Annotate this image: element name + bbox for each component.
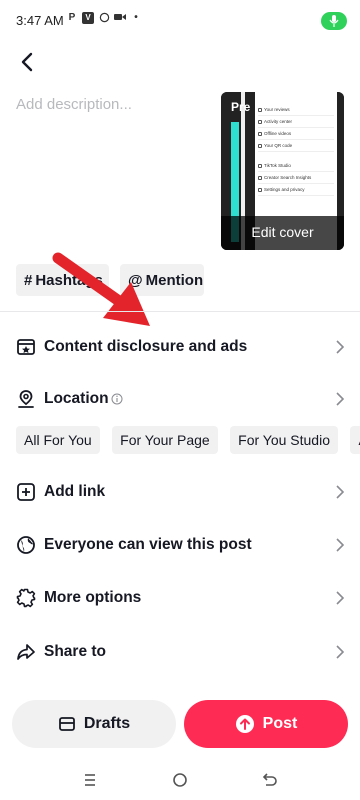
system-nav-bar — [0, 760, 360, 800]
info-icon[interactable] — [111, 393, 123, 405]
chevron-right-icon — [336, 645, 345, 659]
content-disclosure-label: Content disclosure and ads — [44, 338, 248, 355]
red-arrow-annotation — [52, 252, 150, 326]
chevron-right-icon — [336, 485, 345, 499]
drafts-icon — [58, 717, 75, 731]
privacy-label: Everyone can view this post — [44, 536, 252, 553]
share-to-label: Share to — [44, 643, 107, 660]
globe-icon — [17, 536, 35, 554]
location-chip[interactable]: For Your Page — [112, 426, 218, 454]
share-arrow-icon — [17, 644, 35, 660]
location-pin-icon — [18, 390, 34, 408]
chevron-right-icon — [336, 340, 345, 354]
share-to-row[interactable]: Share to — [0, 630, 360, 674]
chevron-right-icon — [336, 538, 345, 552]
recent-apps-icon[interactable] — [80, 770, 100, 790]
more-options-label: More options — [44, 589, 142, 606]
chevron-right-icon — [336, 392, 345, 406]
content-disclosure-row[interactable]: Content disclosure and ads — [0, 325, 360, 369]
section-divider — [0, 311, 360, 312]
location-chip[interactable]: All For You — [16, 426, 100, 454]
gear-icon — [16, 588, 36, 608]
privacy-row[interactable]: Everyone can view this post — [0, 523, 360, 567]
add-link-row[interactable]: Add link — [0, 470, 360, 514]
post-button[interactable]: Post — [184, 700, 348, 748]
plus-square-icon — [17, 483, 35, 501]
post-label: Post — [262, 715, 298, 732]
location-chip[interactable]: All — [350, 426, 360, 454]
drafts-button[interactable]: Drafts — [12, 700, 176, 748]
location-chip[interactable]: For You Studio — [230, 426, 338, 454]
more-options-row[interactable]: More options — [0, 576, 360, 620]
location-row[interactable]: Location — [0, 377, 360, 421]
drafts-label: Drafts — [83, 715, 131, 732]
upload-arrow-icon — [235, 715, 254, 733]
location-suggestions: All For You For Your Page For You Studio… — [16, 426, 360, 454]
back-nav-icon[interactable] — [260, 770, 280, 790]
chevron-right-icon — [336, 591, 345, 605]
ad-disclosure-icon — [17, 339, 35, 355]
add-link-label: Add link — [44, 483, 106, 500]
location-label: Location — [44, 390, 109, 407]
home-icon[interactable] — [170, 770, 190, 790]
